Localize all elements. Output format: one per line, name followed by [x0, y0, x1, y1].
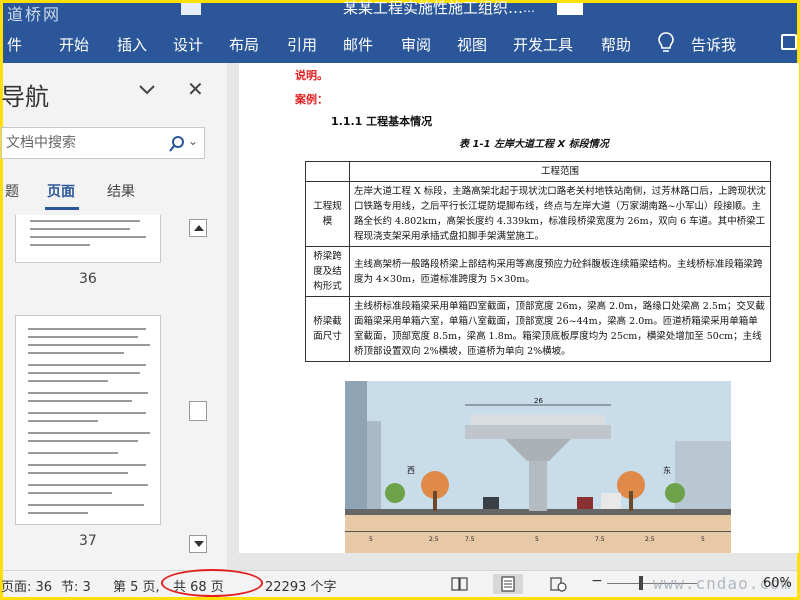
status-word-count[interactable]: 22293 个字 [265, 576, 337, 595]
figure-top-dimension: 26 [534, 397, 543, 405]
section-heading: 1.1.1 工程基本情况 [331, 115, 433, 128]
nav-title: 导航 [1, 83, 49, 111]
scroll-up-button[interactable] [189, 219, 207, 237]
table-row-text: 主线高架桥一般路段桥梁上部结构采用等高度预应力砼斜腹板连续箱梁结构。主线桥标准段… [349, 246, 771, 297]
document-page[interactable]: 说明。 案例： 1.1.1 工程基本情况 表 1-1 左岸大道工程 X 标段情况… [239, 63, 799, 553]
page-thumbnail[interactable] [15, 315, 161, 525]
status-bar: 页面: 36 节: 3 第 5 页, 共 68 页 22293 个字 − www… [1, 569, 797, 597]
tab-mailings[interactable]: 邮件 [343, 34, 373, 55]
nav-tab-headings[interactable]: 题 [5, 181, 19, 201]
web-layout-icon[interactable] [543, 574, 573, 594]
status-page-index[interactable]: 页面: 36 [1, 576, 52, 595]
status-section[interactable]: 节: 3 [61, 576, 91, 595]
quick-access-button[interactable] [181, 3, 201, 15]
figure-dim: 7.5 [465, 536, 475, 543]
document-title: 某某工程实施性施工组织… [343, 0, 524, 17]
title-bar: 道桥网 某某工程实施性施工组织… … [3, 0, 797, 25]
zoom-level[interactable]: 60% [763, 576, 792, 591]
highlight-ellipse [161, 569, 263, 597]
figure-west-label: 西 [407, 466, 415, 475]
bridge-cross-section-figure: 26 西 东 5 2.5 7.5 5 7.5 2.5 5 [345, 381, 731, 553]
table-row-text: 主线桥标准段箱梁采用单箱四室截面，顶部宽度 26m，梁高 2.0m，路缘口处梁高… [349, 296, 771, 362]
figure-dim: 2.5 [429, 536, 439, 543]
nav-search-box[interactable]: ⌄ [1, 127, 205, 159]
note-label: 说明。 [295, 69, 328, 82]
ribbon-tabs: 件 开始 插入 设计 布局 引用 邮件 审阅 视图 开发工具 帮助 告诉我 [3, 25, 797, 63]
table-row-text: 左岸大道工程 X 标段，主路高架北起于现状沈口路老关村地铁站南侧，过芳林路口后，… [349, 181, 771, 247]
table-row-label: 工程规模 [305, 181, 350, 247]
tab-view[interactable]: 视图 [457, 34, 487, 55]
tab-review[interactable]: 审阅 [401, 34, 431, 55]
watermark-logo: 道桥网 [7, 5, 62, 24]
page-thumbnail[interactable] [15, 215, 161, 263]
nav-tab-pages[interactable]: 页面 [47, 181, 75, 201]
figure-dim: 5 [701, 536, 705, 543]
comment-icon[interactable] [781, 34, 797, 50]
tab-references[interactable]: 引用 [287, 34, 317, 55]
tab-help[interactable]: 帮助 [601, 34, 631, 55]
title-side-mark: … [523, 1, 535, 15]
active-tab-underline [45, 207, 79, 210]
tab-design[interactable]: 设计 [173, 34, 203, 55]
page-number: 36 [79, 271, 97, 287]
zoom-out-button[interactable]: − [591, 573, 603, 589]
close-icon[interactable]: ✕ [187, 79, 204, 99]
navigation-pane: 导航 ✕ ⌄ 题 页面 结果 36 [1, 63, 227, 570]
tab-layout[interactable]: 布局 [229, 34, 259, 55]
print-layout-icon[interactable] [493, 574, 523, 594]
page-number: 37 [79, 533, 97, 549]
tab-home[interactable]: 开始 [59, 34, 89, 55]
tab-developer[interactable]: 开发工具 [513, 34, 573, 55]
document-area: 说明。 案例： 1.1.1 工程基本情况 表 1-1 左岸大道工程 X 标段情况… [227, 63, 799, 570]
table-header-cell: 工程范围 [349, 161, 771, 182]
status-page-of[interactable]: 第 5 页, [113, 576, 160, 595]
figure-dim: 5 [535, 536, 539, 543]
table-row-label: 桥梁跨度及结构形式 [305, 246, 350, 297]
example-label: 案例： [295, 93, 328, 106]
scroll-down-button[interactable] [189, 535, 207, 553]
scroll-thumb[interactable] [189, 401, 207, 421]
figure-dim: 5 [369, 536, 373, 543]
figure-dim: 2.5 [645, 536, 655, 543]
project-info-table: 工程范围 工程规模 左岸大道工程 X 标段，主路高架北起于现状沈口路老关村地铁站… [305, 161, 771, 362]
read-mode-icon[interactable] [445, 574, 475, 594]
search-icon[interactable] [168, 135, 186, 153]
lightbulb-icon[interactable] [655, 31, 677, 55]
search-options-caret[interactable]: ⌄ [188, 134, 198, 148]
figure-east-label: 东 [663, 465, 671, 475]
thumbnail-scrollbar[interactable] [189, 215, 211, 555]
tell-me-search[interactable]: 告诉我 [691, 34, 736, 55]
table-row-label: 桥梁截面尺寸 [305, 296, 350, 362]
table-caption: 表 1-1 左岸大道工程 X 标段情况 [459, 139, 609, 150]
chevron-down-icon[interactable] [137, 79, 157, 99]
account-button[interactable] [557, 3, 583, 15]
figure-dim: 7.5 [595, 536, 605, 543]
tab-file[interactable]: 件 [7, 34, 22, 55]
page-thumbnails: 36 37 [3, 215, 213, 555]
nav-tab-results[interactable]: 结果 [107, 181, 135, 201]
table-corner-cell [305, 161, 350, 182]
tab-insert[interactable]: 插入 [117, 34, 147, 55]
zoom-slider-thumb[interactable] [639, 576, 643, 590]
search-input[interactable] [6, 133, 156, 153]
